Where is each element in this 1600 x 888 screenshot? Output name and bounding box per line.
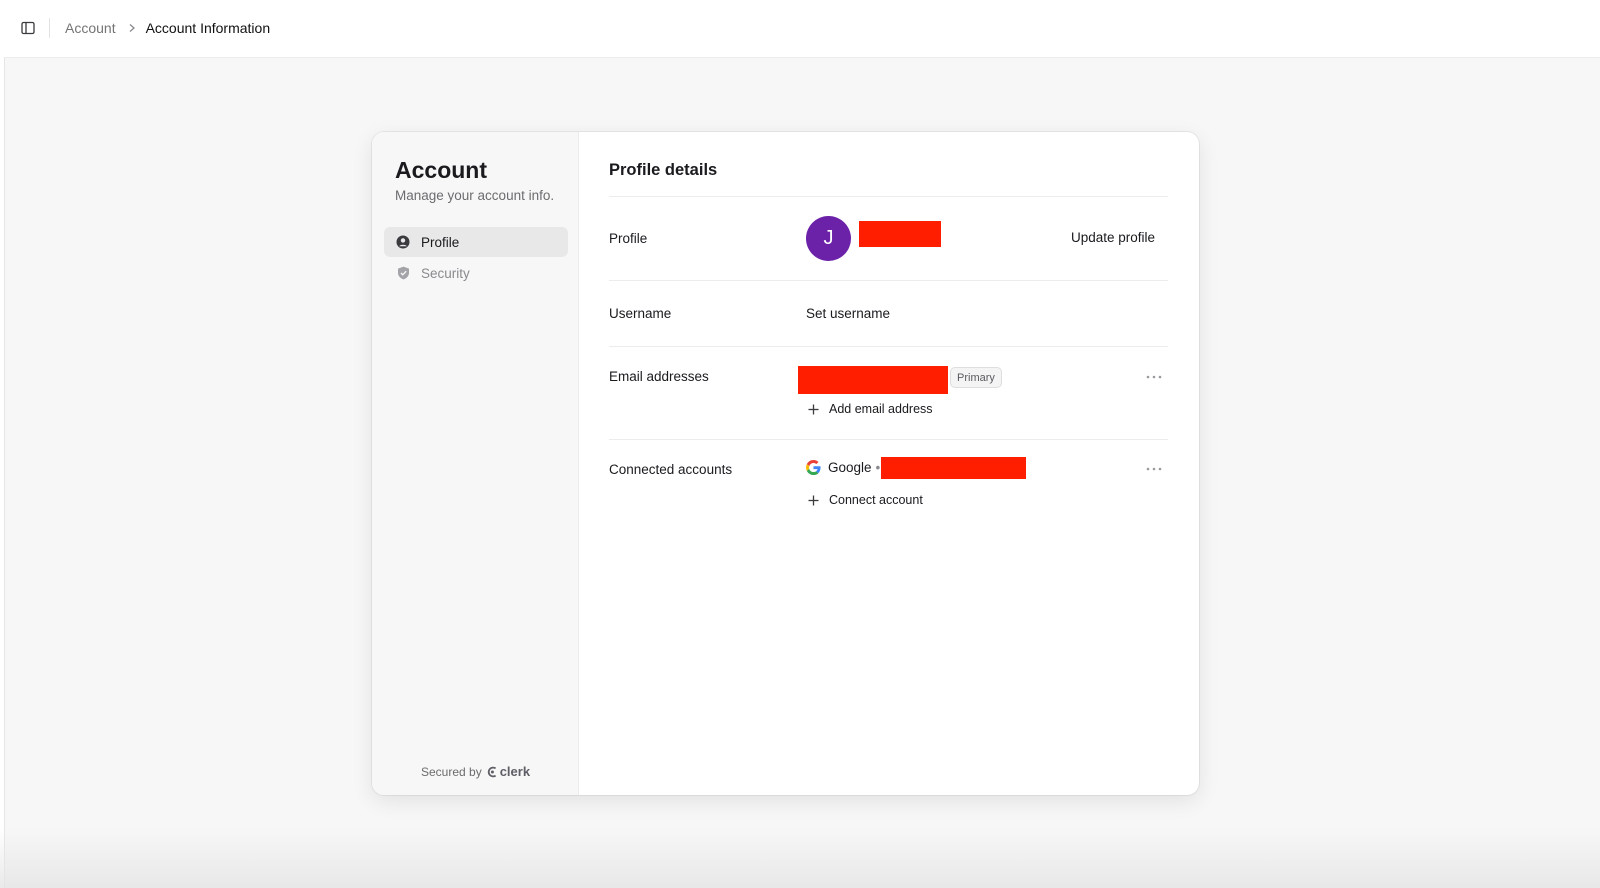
- window-left-edge: [0, 0, 5, 888]
- nav-item-label: Security: [421, 265, 470, 281]
- bottom-shadow: [0, 828, 1600, 888]
- divider: [609, 280, 1168, 281]
- google-icon: [806, 460, 821, 475]
- set-username-button[interactable]: Set username: [806, 306, 890, 321]
- connected-account-more-options-icon[interactable]: [1145, 463, 1163, 475]
- account-nav: Account Manage your account info. Profil…: [372, 132, 579, 795]
- google-label: Google: [828, 460, 872, 475]
- provider-separator: •: [875, 460, 881, 475]
- connected-accounts-row-label: Connected accounts: [609, 462, 733, 477]
- profile-details-panel: Profile details Profile J Update profile…: [579, 132, 1199, 795]
- primary-badge: Primary: [950, 367, 1002, 388]
- breadcrumb-account-link[interactable]: Account: [65, 20, 116, 36]
- primary-badge-label: Primary: [957, 371, 995, 384]
- redacted-email: [798, 366, 948, 394]
- sidebar-toggle-icon[interactable]: [19, 19, 37, 37]
- divider: [609, 196, 1168, 197]
- plus-icon: [807, 403, 819, 415]
- avatar-initial: J: [823, 227, 834, 249]
- secured-by-text: Secured by: [421, 764, 482, 779]
- user-circle-icon: [396, 235, 410, 249]
- divider: [609, 346, 1168, 347]
- email-row-label: Email addresses: [609, 369, 709, 384]
- divider: [609, 439, 1168, 440]
- nav-subtitle: Manage your account info.: [395, 188, 555, 203]
- google-connected-account: Google •: [806, 460, 883, 475]
- breadcrumb: Account Account Information: [65, 18, 270, 38]
- page-title: Profile details: [609, 161, 718, 179]
- update-profile-button[interactable]: Update profile: [1071, 230, 1155, 245]
- add-email-button[interactable]: Add email address: [807, 402, 933, 416]
- connect-account-label: Connect account: [829, 493, 923, 507]
- breadcrumb-current: Account Information: [145, 20, 271, 36]
- nav-item-security[interactable]: Security: [384, 258, 568, 288]
- top-divider: [49, 18, 50, 38]
- nav-item-profile[interactable]: Profile: [384, 227, 568, 257]
- secured-by-footer: Secured by clerk: [421, 764, 530, 779]
- nav-title: Account: [395, 157, 487, 183]
- clerk-logo-text: clerk: [499, 764, 531, 779]
- avatar: J: [806, 216, 851, 261]
- email-more-options-icon[interactable]: [1145, 371, 1163, 383]
- account-card: Account Manage your account info. Profil…: [372, 132, 1199, 795]
- chevron-right-icon: [128, 23, 136, 33]
- nav-item-label: Profile: [421, 234, 460, 250]
- username-row-label: Username: [609, 306, 672, 321]
- profile-row-label: Profile: [609, 231, 648, 246]
- redacted-name: [859, 221, 941, 247]
- clerk-logo-icon: [487, 766, 496, 777]
- add-email-label: Add email address: [829, 402, 933, 416]
- redacted-google-email: [881, 457, 1026, 479]
- shield-check-icon: [396, 266, 410, 280]
- connect-account-button[interactable]: Connect account: [807, 493, 923, 507]
- clerk-logo[interactable]: clerk: [487, 764, 530, 779]
- plus-icon: [807, 494, 819, 506]
